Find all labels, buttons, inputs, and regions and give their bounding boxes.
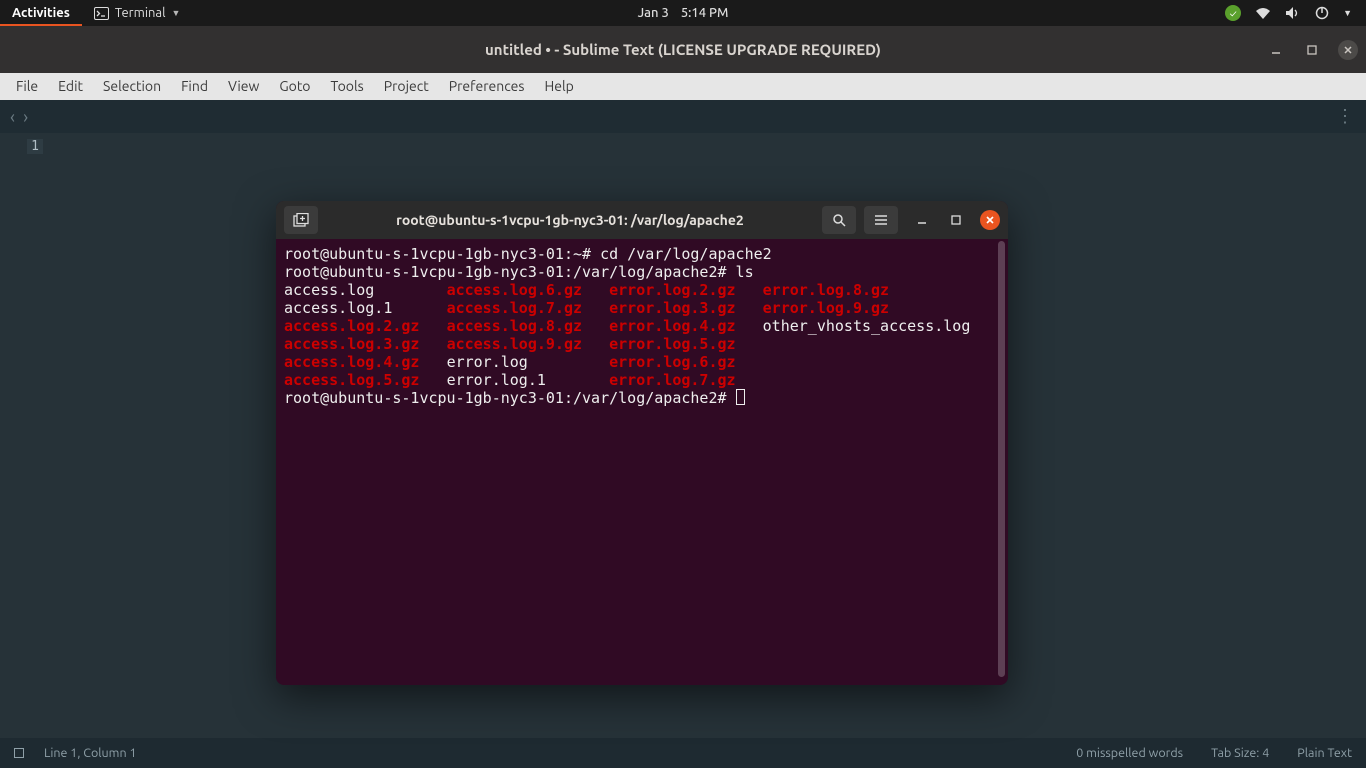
- menu-preferences[interactable]: Preferences: [439, 73, 535, 100]
- status-ok-icon[interactable]: ✓: [1225, 5, 1241, 21]
- activities-button[interactable]: Activities: [0, 0, 82, 26]
- terminal-body[interactable]: root@ubuntu-s-1vcpu-1gb-nyc3-01:~# cd /v…: [276, 239, 1008, 685]
- menu-goto[interactable]: Goto: [269, 73, 320, 100]
- nav-forward-icon[interactable]: ›: [23, 107, 28, 127]
- maximize-button[interactable]: [1302, 40, 1322, 60]
- menu-file[interactable]: File: [6, 73, 48, 100]
- terminal-maximize-button[interactable]: [946, 210, 966, 230]
- menu-find[interactable]: Find: [171, 73, 218, 100]
- sublime-statusbar: Line 1, Column 1 0 misspelled words Tab …: [0, 738, 1366, 768]
- window-title: untitled • - Sublime Text (LICENSE UPGRA…: [485, 41, 881, 58]
- panel-switcher-icon[interactable]: [14, 748, 24, 758]
- clock[interactable]: Jan 3 5:14 PM: [638, 6, 729, 20]
- volume-icon[interactable]: [1285, 6, 1301, 20]
- terminal-close-button[interactable]: [980, 210, 1000, 230]
- status-position[interactable]: Line 1, Column 1: [44, 746, 137, 760]
- gutter: 1: [0, 133, 55, 738]
- terminal-titlebar[interactable]: root@ubuntu-s-1vcpu-1gb-nyc3-01: /var/lo…: [276, 201, 1008, 239]
- search-button[interactable]: [822, 206, 856, 234]
- clock-time: 5:14 PM: [681, 6, 729, 20]
- app-menu-label: Terminal: [115, 6, 166, 20]
- chevron-down-icon: ▼: [172, 8, 181, 18]
- sublime-tabstrip: ‹ › ⋮: [0, 100, 1366, 133]
- menu-edit[interactable]: Edit: [48, 73, 93, 100]
- menu-help[interactable]: Help: [534, 73, 583, 100]
- menu-selection[interactable]: Selection: [93, 73, 171, 100]
- minimize-button[interactable]: [1266, 40, 1286, 60]
- status-spell[interactable]: 0 misspelled words: [1076, 746, 1183, 760]
- sublime-menubar: File Edit Selection Find View Goto Tools…: [0, 73, 1366, 100]
- status-tabsize[interactable]: Tab Size: 4: [1211, 746, 1269, 760]
- status-syntax[interactable]: Plain Text: [1297, 746, 1352, 760]
- tab-overflow-icon[interactable]: ⋮: [1336, 106, 1356, 127]
- menu-project[interactable]: Project: [374, 73, 439, 100]
- menu-view[interactable]: View: [218, 73, 269, 100]
- clock-date: Jan 3: [638, 6, 669, 20]
- terminal-minimize-button[interactable]: [912, 210, 932, 230]
- terminal-window: root@ubuntu-s-1vcpu-1gb-nyc3-01: /var/lo…: [276, 201, 1008, 685]
- terminal-title: root@ubuntu-s-1vcpu-1gb-nyc3-01: /var/lo…: [326, 212, 814, 228]
- terminal-icon: [94, 7, 109, 20]
- chevron-down-icon[interactable]: ▼: [1343, 8, 1352, 18]
- close-button[interactable]: [1338, 40, 1358, 60]
- hamburger-menu-button[interactable]: [864, 206, 898, 234]
- terminal-scrollbar[interactable]: [998, 241, 1005, 677]
- app-menu[interactable]: Terminal ▼: [82, 6, 193, 20]
- sublime-titlebar[interactable]: untitled • - Sublime Text (LICENSE UPGRA…: [0, 26, 1366, 73]
- power-icon[interactable]: [1315, 6, 1329, 20]
- nav-back-icon[interactable]: ‹: [10, 107, 15, 127]
- gnome-topbar: Activities Terminal ▼ Jan 3 5:14 PM ✓ ▼: [0, 0, 1366, 26]
- menu-tools[interactable]: Tools: [321, 73, 374, 100]
- new-tab-button[interactable]: [284, 206, 318, 234]
- network-icon[interactable]: [1255, 7, 1271, 20]
- line-number: 1: [27, 139, 43, 154]
